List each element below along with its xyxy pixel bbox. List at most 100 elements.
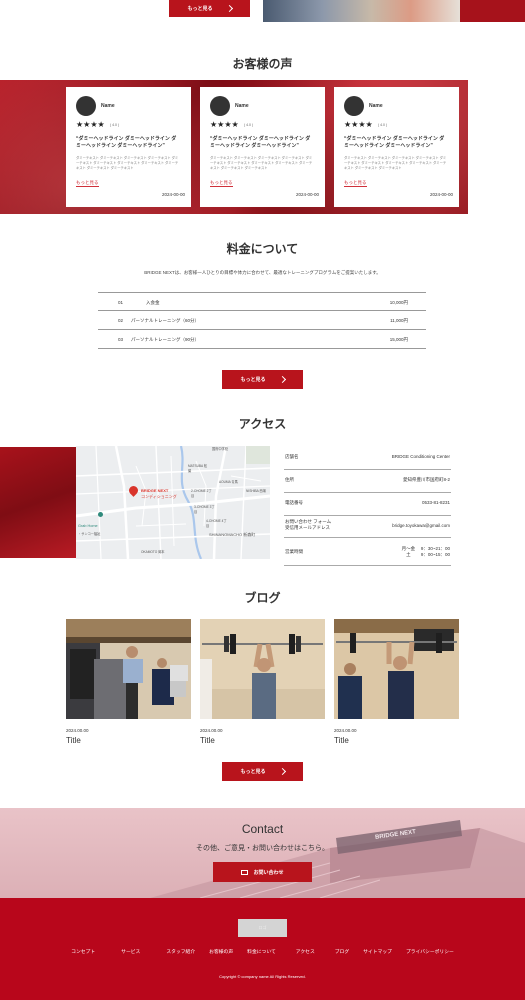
testimonial-body: ダミーテキスト ダミーテキスト ダミーテキスト ダミーテキスト ダミーテキスト … [344,156,447,170]
blog-post-date: 2024.00.00 [66,728,89,733]
blog-image[interactable] [334,619,459,719]
testimonial-card: Name ★★★★ ( 4.0 ) “ダミーヘッドライン ダミーヘッドライン ダ… [334,87,459,207]
footer-nav-concept[interactable]: コンセプト [71,948,95,955]
map-label: 2-CHOME 2丁目 [191,489,212,498]
blog-post-title[interactable]: Title [334,736,349,745]
access-info-value: 月～金 9：30~21：00 土 9：00~15：00 [401,546,450,557]
pricing-more-label: もっと見る [240,377,266,383]
access-info-row: 店舗名 BRIDGE Conditioning Center [284,447,451,470]
price-row-number: 03 [118,337,124,342]
contact-button-label: お問い合わせ [253,869,284,876]
reviewer-name: Name [369,103,383,109]
blog-section-title: ブログ [244,591,281,605]
blog-more-label: もっと見る [240,769,266,775]
blog-post-title[interactable]: Title [200,736,215,745]
footer-nav-service[interactable]: サービス [121,948,140,955]
blog-more-button[interactable]: もっと見る [222,762,303,781]
access-info-value[interactable]: 0533-81-8231 [422,500,450,506]
top-photo [263,0,460,22]
access-section-title: アクセス [238,417,287,431]
star-rating-icon: ★★★★ [210,120,239,129]
footer-nav-privacy[interactable]: プライバシーポリシー [406,948,454,955]
footer-logo[interactable]: ロゴ [238,919,287,937]
price-row-label: パーソナルトレーニング（90分） [131,337,200,342]
testimonial-card: Name ★★★★ ( 4.0 ) “ダミーヘッドライン ダミーヘッドライン ダ… [200,87,325,207]
footer-nav-voice[interactable]: お客様の声 [209,948,233,955]
testimonial-date: 2024-00-00 [161,192,185,197]
voice-section-title: お客様の声 [232,57,293,71]
access-red-block [0,447,76,558]
read-more-link[interactable]: もっと見る [344,180,367,187]
map-label: NISHIBA 西場 [246,489,266,493]
top-more-button[interactable]: もっと見る [169,0,250,17]
map-pin-sublabel: コンディショニング [141,494,177,499]
top-red-block [460,0,525,22]
blog-post-date: 2024.00.00 [200,728,223,733]
testimonial-date: 2024-00-00 [429,192,453,197]
footer-nav-sitemap[interactable]: サイトマップ [363,948,392,955]
map-label: 3-CHOME 3丁目 [194,505,215,514]
price-row-price: 15,000円 [389,337,408,342]
price-row: 01 入会金 10,000円 [98,292,426,311]
star-rating-icon: ★★★★ [344,120,373,129]
access-info-value: BRIDGE Conditioning Center [391,454,450,459]
map-canvas [76,446,270,559]
footer-nav-blog[interactable]: ブログ [335,948,349,955]
mail-icon [241,869,249,875]
footer-nav-access[interactable]: アクセス [296,948,315,955]
copyright: Copyright © company name All Rights Rese… [219,974,306,979]
access-info-row: お問い合わせ フォーム 受信用メールアドレス bridge.toyokawa@g… [284,516,451,538]
footer-nav-staff[interactable]: スタッフ紹介 [166,948,195,955]
map-pin-label: BRIDGE NEXT [141,488,169,493]
read-more-link[interactable]: もっと見る [76,180,99,187]
pricing-description: BRIDGE NEXTは、お客様一人ひとりの目標や体力に合わせて、最適なトレーニ… [144,270,381,275]
testimonial-body: ダミーテキスト ダミーテキスト ダミーテキスト ダミーテキスト ダミーテキスト … [76,156,179,170]
blog-post-title[interactable]: Title [66,736,81,745]
map-label: AOUMA 青馬 [219,480,238,484]
access-info-row: 営業時間 月～金 9：30~21：00 土 9：00~15：00 [284,538,451,566]
contact-title: Contact [241,822,284,836]
testimonial-card: Name ★★★★ ( 4.0 ) “ダミーヘッドライン ダミーヘッドライン ダ… [66,87,191,207]
blog-image[interactable] [66,619,191,719]
rating-value: ( 4.0 ) [110,123,120,127]
blog-post-date: 2024.00.00 [334,728,357,733]
testimonial-date: 2024-00-00 [295,192,319,197]
pricing-more-button[interactable]: もっと見る [222,370,303,389]
testimonial-headline: “ダミーヘッドライン ダミーヘッドライン ダミーヘッドライン ダミーヘッドライン… [344,136,445,149]
blog-image[interactable] [200,619,325,719]
top-more-label: もっと見る [187,6,213,12]
avatar [344,96,364,116]
map-label: OKAMOTO 岡本 [141,550,165,554]
blog-photo-overhead-press [334,619,459,719]
price-row: 02 パーソナルトレーニング（60分） 11,000円 [98,311,426,330]
price-row-price: 11,000円 [390,318,408,323]
map[interactable]: 国府中学校 MATSUBA 松葉 AOUMA 青馬 NISHIBA 西場 2-C… [76,446,270,559]
star-rating-icon: ★★★★ [76,120,105,129]
access-info-key: 営業時間 [285,549,303,554]
map-label: MATSUBA 松葉 [188,464,208,473]
map-label: ・サンコー福祉 [78,532,101,536]
price-row-label: パーソナルトレーニング（60分） [131,318,200,323]
reviewer-name: Name [235,103,249,109]
access-info-row: 電話番号 0533-81-8231 [284,493,451,516]
place-marker-icon [98,512,103,517]
map-label: SHINANOMACHO 新森町 [209,532,256,537]
access-info-key: 住所 [285,477,294,482]
read-more-link[interactable]: もっと見る [210,180,233,187]
price-row-price: 10,000円 [389,300,408,305]
testimonial-headline: “ダミーヘッドライン ダミーヘッドライン ダミーヘッドライン ダミーヘッドライン… [76,136,177,149]
chevron-right-icon [278,375,286,384]
testimonial-body: ダミーテキスト ダミーテキスト ダミーテキスト ダミーテキスト ダミーテキスト … [210,156,313,170]
avatar [76,96,96,116]
access-info-key: 電話番号 [285,500,303,505]
blog-photo-barbell [200,619,325,719]
access-info-row: 住所 愛知県豊川市国府町8-2 [284,470,451,493]
price-row-number: 02 [118,318,124,323]
map-label: 4-CHOME 4丁目 [206,519,227,528]
contact-button[interactable]: お問い合わせ [213,862,312,882]
footer-nav-pricing[interactable]: 料金について [247,948,276,955]
access-info-value: 愛知県豊川市国府町8-2 [402,477,450,482]
testimonial-headline: “ダミーヘッドライン ダミーヘッドライン ダミーヘッドライン ダミーヘッドライン… [210,136,311,149]
map-label: Grab Home [78,524,98,528]
access-info-value[interactable]: bridge.toyokawa@gmail.com [392,523,450,529]
